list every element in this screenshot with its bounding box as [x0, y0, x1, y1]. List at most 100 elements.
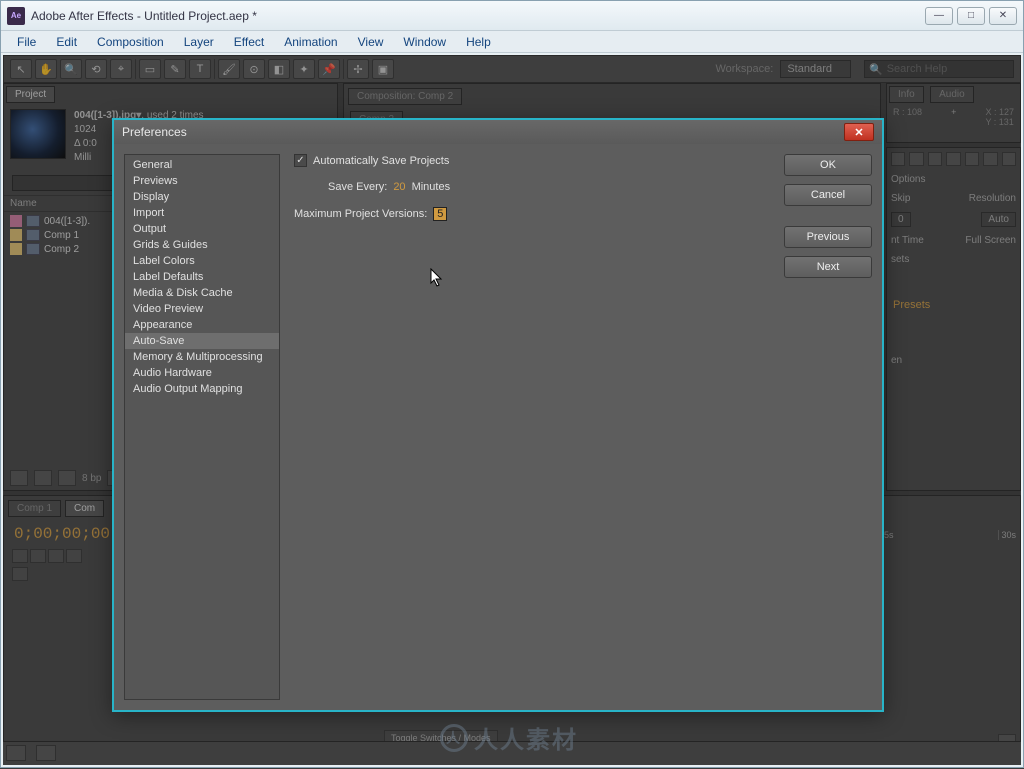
zoom-tool-icon[interactable]: 🔍: [60, 59, 82, 79]
dialog-close-button[interactable]: ✕: [844, 123, 874, 141]
last-frame-icon[interactable]: [965, 152, 979, 166]
rotate-tool-icon[interactable]: ⟲: [85, 59, 107, 79]
prefs-category-auto-save[interactable]: Auto-Save: [125, 333, 279, 349]
prefs-category-label-colors[interactable]: Label Colors: [125, 253, 279, 269]
current-time-checkbox-label[interactable]: nt Time: [891, 235, 924, 246]
comp-icon: [26, 243, 40, 255]
autosave-checkbox[interactable]: ✓: [294, 154, 307, 167]
prev-frame-icon[interactable]: [909, 152, 923, 166]
video-toggle-icon[interactable]: [12, 549, 28, 563]
resolution-label: Resolution: [969, 193, 1016, 204]
titlebar: Ae Adobe After Effects - Untitled Projec…: [1, 1, 1023, 31]
first-frame-icon[interactable]: [891, 152, 905, 166]
prefs-category-output[interactable]: Output: [125, 221, 279, 237]
minimize-button[interactable]: —: [925, 7, 953, 25]
prefs-category-grids-guides[interactable]: Grids & Guides: [125, 237, 279, 253]
max-versions-label: Maximum Project Versions:: [294, 208, 427, 220]
project-row-label: 004([1-3]).: [44, 216, 90, 227]
roto-tool-icon[interactable]: ✦: [293, 59, 315, 79]
full-screen-checkbox-label[interactable]: Full Screen: [965, 235, 1016, 246]
info-tab[interactable]: Info: [889, 86, 924, 103]
comp-icon: [26, 229, 40, 241]
eraser-tool-icon[interactable]: ◧: [268, 59, 290, 79]
text-tool-icon[interactable]: T: [189, 59, 211, 79]
menu-animation[interactable]: Animation: [276, 33, 345, 51]
ram-options-label: Options: [891, 174, 925, 185]
menubar: File Edit Composition Layer Effect Anima…: [1, 31, 1023, 53]
interpret-footage-icon[interactable]: [10, 470, 28, 486]
resolution-dropdown[interactable]: Auto: [981, 212, 1016, 227]
save-every-input[interactable]: 20: [393, 181, 405, 193]
footage-icon: [26, 215, 40, 227]
close-window-button[interactable]: ✕: [989, 7, 1017, 25]
help-search-input[interactable]: 🔍 Search Help: [864, 60, 1014, 78]
rect-tool-icon[interactable]: ▭: [139, 59, 161, 79]
maximize-button[interactable]: □: [957, 7, 985, 25]
crosshair-icon: +: [951, 107, 956, 117]
prefs-category-audio-hardware[interactable]: Audio Hardware: [125, 365, 279, 381]
eye-icon[interactable]: [12, 567, 28, 581]
prefs-category-import[interactable]: Import: [125, 205, 279, 221]
audio-tab[interactable]: Audio: [930, 86, 974, 103]
selection-tool-icon[interactable]: ↖: [10, 59, 32, 79]
dialog-titlebar[interactable]: Preferences ✕: [114, 120, 882, 144]
menu-composition[interactable]: Composition: [89, 33, 172, 51]
pen-tool-icon[interactable]: ✎: [164, 59, 186, 79]
prefs-category-display[interactable]: Display: [125, 189, 279, 205]
menu-layer[interactable]: Layer: [176, 33, 222, 51]
footage-thumbnail[interactable]: [10, 109, 66, 159]
project-col-name[interactable]: Name: [10, 198, 37, 209]
brush-tool-icon[interactable]: 🖌: [218, 59, 240, 79]
toolbar: ↖ ✋ 🔍 ⟲ ⌖ ▭ ✎ T 🖌 ⊙ ◧ ✦ 📌 ✢ ▣ Workspace:…: [3, 55, 1021, 83]
lock-toggle-icon[interactable]: [66, 549, 82, 563]
previous-button[interactable]: Previous: [784, 226, 872, 248]
bit-depth-button[interactable]: 8 bp: [82, 473, 101, 484]
prefs-category-label-defaults[interactable]: Label Defaults: [125, 269, 279, 285]
prefs-category-previews[interactable]: Previews: [125, 173, 279, 189]
skip-dropdown[interactable]: 0: [891, 212, 911, 227]
toolbar-separator: [135, 59, 136, 79]
project-row-label: Comp 1: [44, 230, 79, 241]
autosave-checkbox-label: Automatically Save Projects: [313, 155, 449, 167]
new-folder-icon[interactable]: [34, 470, 52, 486]
prefs-category-memory-multiprocessing[interactable]: Memory & Multiprocessing: [125, 349, 279, 365]
next-button[interactable]: Next: [784, 256, 872, 278]
timeline-tab-comp1[interactable]: Comp 1: [8, 500, 61, 517]
menu-help[interactable]: Help: [458, 33, 499, 51]
project-tab[interactable]: Project: [6, 86, 55, 103]
menu-view[interactable]: View: [350, 33, 392, 51]
time-ruler[interactable]: 25s 30s: [876, 530, 1016, 540]
camera-tool-icon[interactable]: ⌖: [110, 59, 132, 79]
menu-window[interactable]: Window: [395, 33, 454, 51]
timeline-tab-comp2[interactable]: Com: [65, 500, 104, 517]
next-frame-icon[interactable]: [946, 152, 960, 166]
prefs-category-video-preview[interactable]: Video Preview: [125, 301, 279, 317]
play-icon[interactable]: [928, 152, 942, 166]
status-icon[interactable]: [6, 745, 26, 761]
axis-tool-icon[interactable]: ✢: [347, 59, 369, 79]
solo-toggle-icon[interactable]: [48, 549, 64, 563]
composition-tab[interactable]: Composition: Comp 2: [348, 88, 462, 105]
status-icon[interactable]: [36, 745, 56, 761]
mode-tool-icon[interactable]: ▣: [372, 59, 394, 79]
loop-icon[interactable]: [1002, 152, 1016, 166]
menu-file[interactable]: File: [9, 33, 44, 51]
prefs-category-media-disk-cache[interactable]: Media & Disk Cache: [125, 285, 279, 301]
hand-tool-icon[interactable]: ✋: [35, 59, 57, 79]
mute-icon[interactable]: [983, 152, 997, 166]
stamp-tool-icon[interactable]: ⊙: [243, 59, 265, 79]
menu-edit[interactable]: Edit: [48, 33, 85, 51]
prefs-category-general[interactable]: General: [125, 157, 279, 173]
prefs-category-audio-output-mapping[interactable]: Audio Output Mapping: [125, 381, 279, 397]
ruler-tick: 30s: [998, 530, 1016, 540]
ok-button[interactable]: OK: [784, 154, 872, 176]
new-comp-icon[interactable]: [58, 470, 76, 486]
max-versions-input[interactable]: 5: [433, 207, 447, 221]
workspace-dropdown[interactable]: Standard: [780, 60, 851, 78]
menu-effect[interactable]: Effect: [226, 33, 272, 51]
cancel-button[interactable]: Cancel: [784, 184, 872, 206]
prefs-category-appearance[interactable]: Appearance: [125, 317, 279, 333]
pin-tool-icon[interactable]: 📌: [318, 59, 340, 79]
audio-toggle-icon[interactable]: [30, 549, 46, 563]
workspace-label: Workspace:: [715, 63, 773, 75]
